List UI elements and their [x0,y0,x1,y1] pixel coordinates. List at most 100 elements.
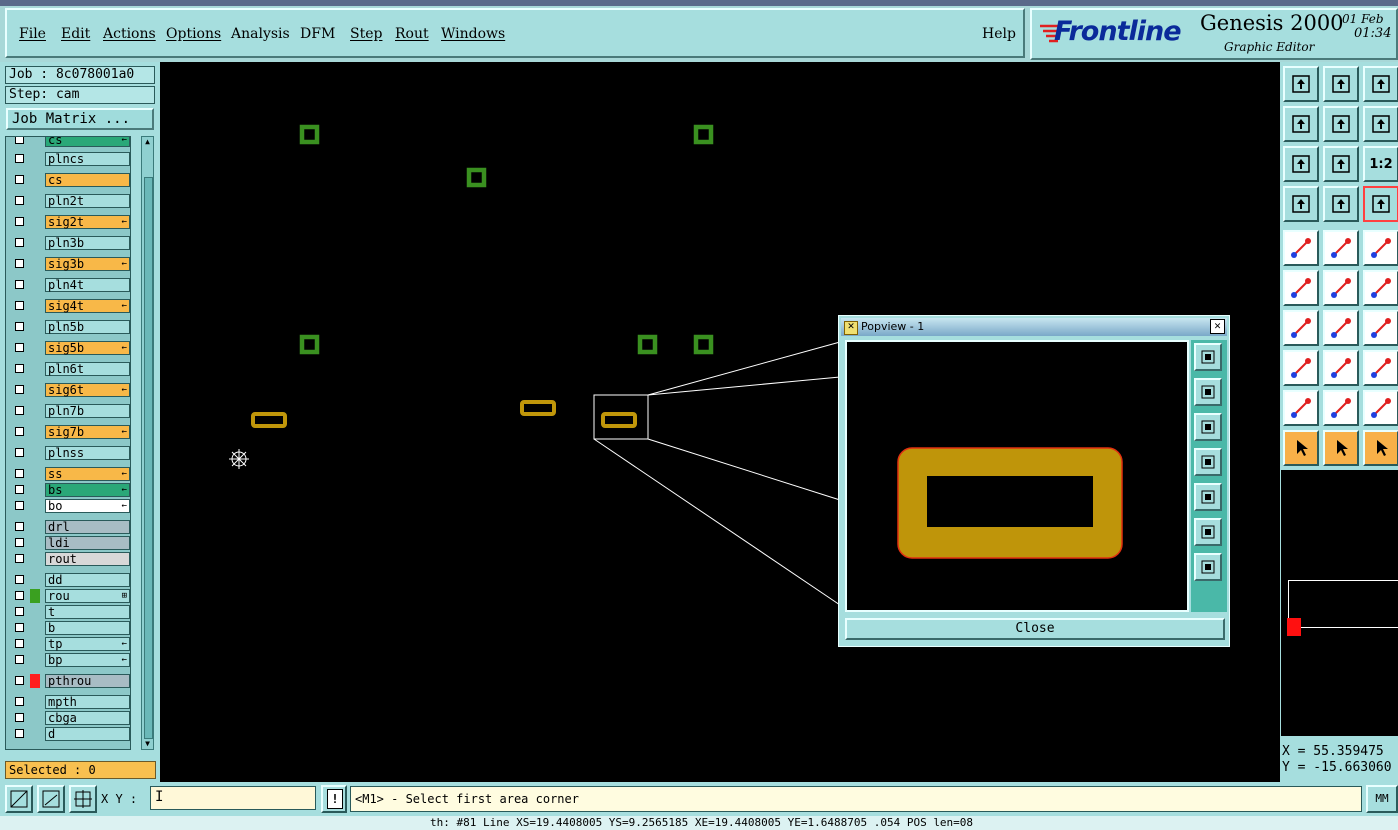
layer-row[interactable]: ss ← [9,467,130,481]
layer-row[interactable]: sig7b ← [9,425,130,439]
layer-row[interactable]: mpth [9,695,130,709]
popview-canvas[interactable] [845,340,1189,612]
layer-row[interactable]: sig6t ← [9,383,130,397]
layer-name[interactable]: bp ← [45,653,130,667]
layer-row[interactable]: b [9,621,130,635]
layer-name[interactable]: rou ⊞ [45,589,130,603]
layer-name[interactable]: plncs [45,152,130,166]
menu-file[interactable]: File [19,26,46,42]
triangle-tool-icon[interactable] [1283,390,1319,426]
scroll-thumb[interactable] [144,177,153,739]
layer-checkbox[interactable] [15,322,24,331]
zoom-fit-icon[interactable] [1283,146,1319,182]
layer-name[interactable]: sig5b ← [45,341,130,355]
layer-name[interactable]: ldi [45,536,130,550]
layer-name[interactable]: cs [45,173,130,187]
overview-panel[interactable] [1281,470,1398,736]
layer-name[interactable]: pln2t [45,194,130,208]
layer-row[interactable]: sig3b ← [9,257,130,271]
pointer-icon[interactable] [1283,430,1319,466]
layer-name[interactable]: pln3b [45,236,130,250]
layer-row[interactable]: bo ← [9,499,130,513]
pan-left-icon[interactable] [1194,448,1222,476]
zoom-out-icon[interactable] [1194,553,1222,581]
layer-checkbox[interactable] [15,729,24,738]
pointer-active-icon[interactable] [1363,430,1398,466]
layer-checkbox[interactable] [15,385,24,394]
menu-options[interactable]: Options [166,26,221,42]
menu-step[interactable]: Step [350,26,382,42]
layer-name[interactable]: sig3b ← [45,257,130,271]
layer-name[interactable]: dd [45,573,130,587]
window-menu-icon[interactable]: ✕ [844,321,858,335]
layer-name[interactable]: bo ← [45,499,130,513]
layer-name[interactable]: ss ← [45,467,130,481]
layer-row[interactable]: dd [9,573,130,587]
layer-name[interactable]: sig6t ← [45,383,130,397]
layer-checkbox[interactable] [15,175,24,184]
select-feature-icon[interactable] [1283,230,1319,266]
layer-checkbox[interactable] [15,238,24,247]
layer-name[interactable]: pln6t [45,362,130,376]
menu-help[interactable]: Help [982,26,1016,42]
menu-dfm[interactable]: DFM [300,26,335,42]
layer-checkbox[interactable] [15,137,24,144]
scroll-down-icon[interactable]: ▼ [143,739,152,749]
polygon-tool-icon[interactable] [1363,390,1398,426]
pan-down-icon[interactable] [1194,413,1222,441]
layer-name[interactable]: pln4t [45,278,130,292]
layer-name[interactable]: t [45,605,130,619]
pan-left-icon[interactable] [1283,106,1319,142]
zoom-ratio-icon[interactable]: 1:2 [1363,146,1398,182]
grid-mode-button[interactable] [69,785,97,813]
layer-row[interactable]: ldi [9,536,130,550]
layer-row[interactable]: cbga [9,711,130,725]
layer-name[interactable]: drl [45,520,130,534]
layer-row[interactable]: drl [9,520,130,534]
layer-checkbox[interactable] [15,448,24,457]
layer-row[interactable]: pln3b [9,236,130,250]
layer-name[interactable]: cs ← [45,137,130,147]
layer-name[interactable]: bs ← [45,483,130,497]
info-button[interactable]: ! [321,785,347,813]
layer-name[interactable]: pthrou [45,674,130,688]
layer-checkbox[interactable] [15,427,24,436]
pan-up-icon[interactable] [1194,378,1222,406]
diagonal-line-icon[interactable] [1323,310,1359,346]
layer-row[interactable]: tp ← [9,637,130,651]
xy-input[interactable]: I [150,786,316,810]
menu-windows[interactable]: Windows [441,26,505,42]
connect-icon[interactable] [1283,270,1319,306]
layer-checkbox[interactable] [15,575,24,584]
snap-mode-button[interactable] [5,785,33,813]
view-top-icon[interactable] [1283,66,1319,102]
layer-name[interactable]: rout [45,552,130,566]
layer-checkbox[interactable] [15,343,24,352]
layer-name[interactable]: cbga [45,711,130,725]
pointer-select-icon[interactable] [1323,430,1359,466]
layer-row[interactable]: bs ← [9,483,130,497]
popview-close-button[interactable]: Close [845,618,1225,640]
layer-checkbox[interactable] [15,591,24,600]
zoom-in-icon[interactable] [1194,518,1222,546]
delete-icon[interactable] [1323,270,1359,306]
home-icon[interactable] [1363,66,1398,102]
layer-name[interactable]: pln5b [45,320,130,334]
layer-checkbox[interactable] [15,196,24,205]
menu-edit[interactable]: Edit [61,26,90,42]
layer-checkbox[interactable] [15,406,24,415]
triangle-mark-icon[interactable] [1323,390,1359,426]
layer-row[interactable]: pln2t [9,194,130,208]
layer-name[interactable]: mpth [45,695,130,709]
ruler-icon[interactable] [1363,230,1398,266]
color-toggle-icon[interactable] [1323,230,1359,266]
layer-row[interactable]: plnss [9,446,130,460]
layer-list-scrollbar[interactable]: ▲ ▼ [141,136,154,750]
layer-checkbox[interactable] [15,639,24,648]
layer-checkbox[interactable] [15,217,24,226]
layer-checkbox[interactable] [15,501,24,510]
snap-point-icon[interactable] [1363,270,1398,306]
menu-analysis[interactable]: Analysis [231,26,290,42]
job-matrix-button[interactable]: Job Matrix ... [6,108,154,130]
layer-checkbox[interactable] [15,259,24,268]
